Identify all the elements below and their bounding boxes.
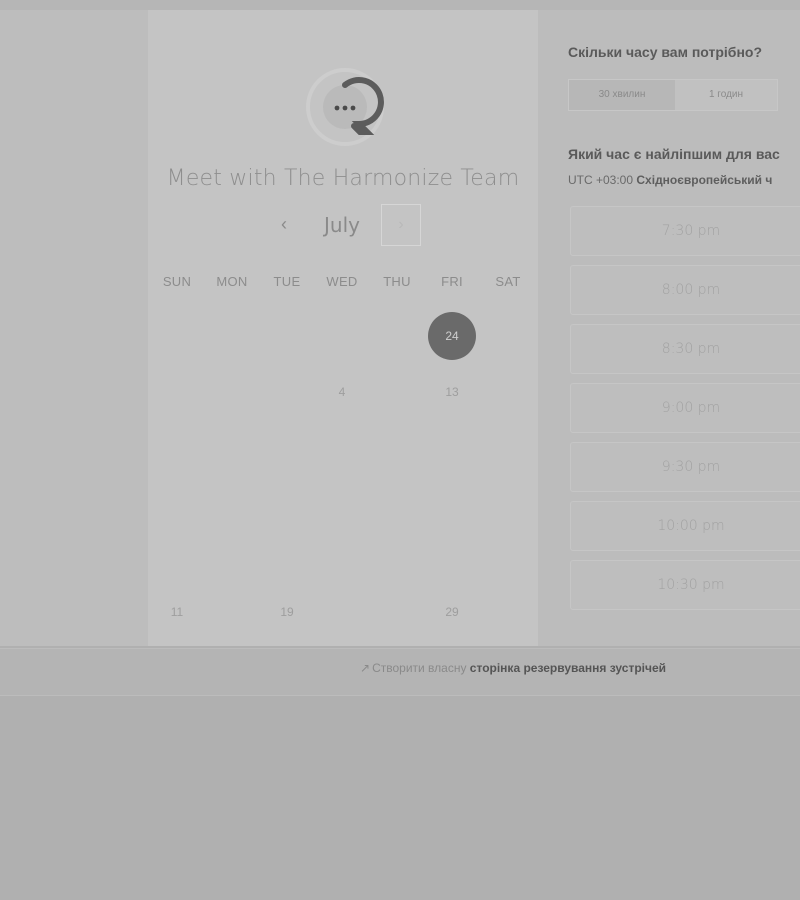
- time-slot-button[interactable]: 7:30 pm: [570, 206, 800, 256]
- timezone-offset: UTC +03:00: [568, 173, 634, 187]
- weekday-sat: SAT: [495, 274, 521, 289]
- time-slot-label: 10:00 pm: [657, 518, 725, 534]
- chevron-right-icon[interactable]: ›: [381, 204, 421, 246]
- footer-prefix: Створити власну: [372, 661, 467, 675]
- calendar-day[interactable]: 13: [427, 385, 477, 399]
- duration-30-button[interactable]: 30 хвилин: [569, 80, 675, 110]
- weekday-tue: TUE: [273, 274, 301, 289]
- duration-heading: Скільки часу вам потрібно?: [568, 44, 763, 60]
- time-slot-label: 9:00 pm: [661, 400, 721, 416]
- arrow-icon: ↗: [360, 661, 371, 675]
- time-slot-button[interactable]: 10:00 pm: [570, 501, 800, 551]
- weekday-sun: SUN: [162, 274, 192, 289]
- create-booking-page-link[interactable]: ↗ Створити власну сторінка резервування з…: [360, 661, 666, 675]
- time-slot-button[interactable]: 8:30 pm: [570, 324, 800, 374]
- month-navigation: ‹ July ›: [148, 204, 538, 248]
- timezone-name: Східноєвропейський ч: [636, 173, 773, 187]
- duration-60-button[interactable]: 1 годин: [675, 80, 777, 110]
- time-slot-label: 9:30 pm: [661, 459, 721, 475]
- page: Meet with The Harmonize Team ‹ July › SU…: [0, 0, 800, 900]
- selected-day[interactable]: 24: [428, 312, 476, 360]
- time-slot-button[interactable]: 9:30 pm: [570, 442, 800, 492]
- time-slot-label: 8:30 pm: [661, 341, 721, 357]
- calendar-day[interactable]: 4: [317, 385, 367, 399]
- time-slot-label: 7:30 pm: [661, 223, 721, 239]
- timezone-label: UTC +03:00 Східноєвропейський ч: [568, 173, 772, 187]
- time-heading: Який час є найліпшим для вас: [568, 146, 780, 162]
- weekday-mon: MON: [216, 274, 248, 289]
- page-title: Meet with The Harmonize Team: [166, 166, 520, 191]
- time-slot-label: 8:00 pm: [661, 282, 721, 298]
- time-slot-label: 10:30 pm: [657, 577, 725, 593]
- weekday-wed: WED: [326, 274, 358, 289]
- calendar-day[interactable]: 29: [427, 605, 477, 619]
- calendar-day[interactable]: 11: [152, 605, 202, 619]
- chat-bubble-icon: [304, 66, 386, 148]
- weekday-thu: THU: [383, 274, 411, 289]
- chevron-left-icon[interactable]: ‹: [272, 214, 296, 238]
- time-slot-button[interactable]: 9:00 pm: [570, 383, 800, 433]
- calendar-day[interactable]: 19: [262, 605, 312, 619]
- top-divider: [0, 0, 800, 10]
- time-slot-button[interactable]: 8:00 pm: [570, 265, 800, 315]
- footer-link-text: сторінка резервування зустрічей: [469, 661, 667, 675]
- time-slot-button[interactable]: 10:30 pm: [570, 560, 800, 610]
- time-selection-panel: Скільки часу вам потрібно? 30 хвилин 1 г…: [538, 10, 800, 646]
- weekday-fri: FRI: [441, 274, 463, 289]
- duration-selector: 30 хвилин 1 годин: [568, 79, 778, 111]
- month-label: July: [324, 213, 360, 237]
